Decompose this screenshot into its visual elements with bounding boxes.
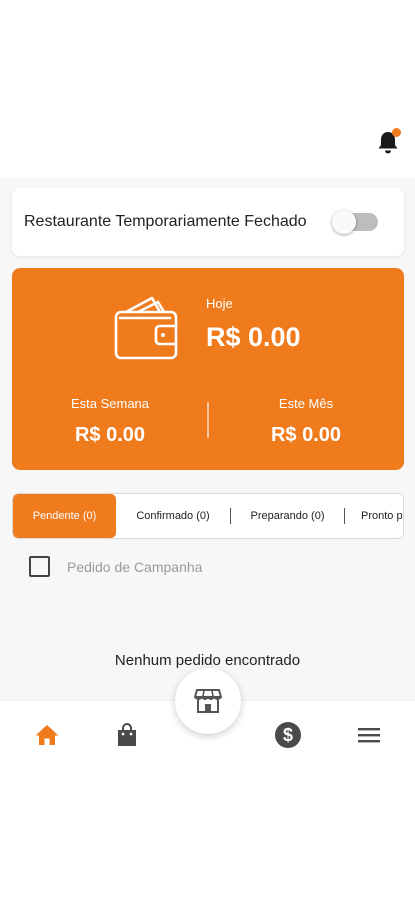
order-status-tabs: Pendente (0) Confirmado (0) Preparando (… [12, 493, 404, 539]
store-status-label: Restaurante Temporariamente Fechado [24, 213, 307, 230]
campaign-filter[interactable]: Pedido de Campanha [29, 556, 202, 577]
bag-icon[interactable] [113, 721, 141, 749]
campaign-label: Pedido de Campanha [67, 558, 203, 575]
notification-badge [392, 128, 401, 137]
home-icon[interactable] [33, 721, 61, 749]
month-value: R$ 0.00 [270, 424, 342, 446]
wallet-icon [112, 290, 184, 362]
month-label: Este Mês [278, 396, 334, 411]
campaign-checkbox[interactable] [29, 556, 50, 577]
store-status-card: Restaurante Temporariamente Fechado [12, 188, 404, 256]
today-label: Hoje [206, 296, 233, 311]
earnings-card: Hoje R$ 0.00 Esta Semana R$ 0.00 Este Mê… [12, 268, 404, 470]
empty-orders-message: Nenhum pedido encontrado [114, 652, 301, 669]
tab-preparando[interactable]: Preparando (0) [231, 494, 344, 538]
store-icon [194, 689, 222, 713]
svg-text:$: $ [283, 725, 293, 745]
store-closed-toggle[interactable] [332, 210, 378, 234]
tab-confirmado[interactable]: Confirmado (0) [116, 494, 230, 538]
week-earnings: Esta Semana R$ 0.00 [12, 396, 208, 447]
month-earnings: Este Mês R$ 0.00 [208, 396, 404, 447]
dollar-icon[interactable]: $ [274, 721, 302, 749]
toggle-knob [332, 210, 356, 234]
menu-icon[interactable] [355, 721, 383, 749]
week-value: R$ 0.00 [74, 424, 146, 446]
today-value: R$ 0.00 [206, 322, 301, 352]
tab-pronto[interactable]: Pronto p [345, 494, 403, 538]
tab-pendente[interactable]: Pendente (0) [13, 494, 116, 538]
store-button[interactable] [175, 668, 241, 734]
week-label: Esta Semana [70, 396, 150, 411]
